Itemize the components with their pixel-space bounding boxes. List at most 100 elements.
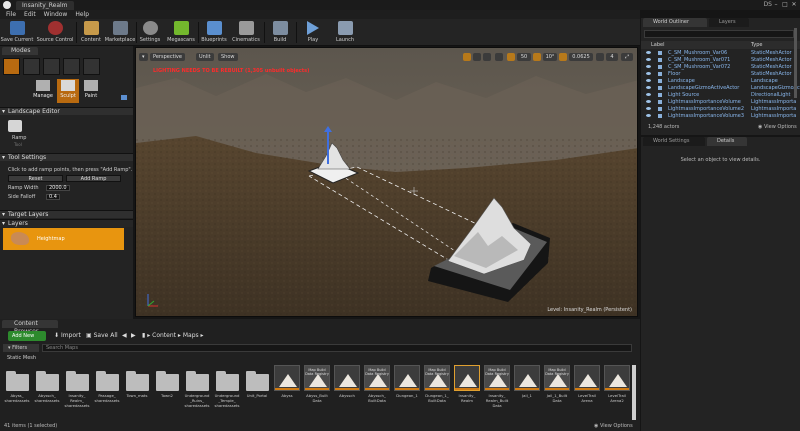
minimize-button[interactable]: –: [772, 1, 780, 9]
asset-item[interactable]: Town_mats: [123, 365, 151, 420]
target-layers-header[interactable]: Target Layers: [0, 210, 133, 219]
blueprints-button[interactable]: Blueprints: [200, 20, 228, 45]
world-settings-tab[interactable]: World Settings: [643, 137, 705, 146]
asset-item[interactable]: Map Build Data Registry Abyssch_ BuiltDat…: [363, 365, 391, 420]
asset-item[interactable]: Jail_1: [513, 365, 541, 420]
outliner-view-options-button[interactable]: ◉ View Options: [758, 124, 797, 130]
save-current-button[interactable]: Save Current: [1, 20, 33, 45]
asset-item[interactable]: Dungeon_1: [393, 365, 421, 420]
asset-item[interactable]: Map Build Data Registry Dungeon_1_ BuiltD…: [423, 365, 451, 420]
scale-snap-value[interactable]: 0.0625: [569, 53, 593, 61]
perspective-button[interactable]: Perspective: [150, 53, 185, 61]
crumb-maps[interactable]: Maps: [183, 332, 199, 339]
asset-item-selected[interactable]: Insanity_ Realm: [453, 365, 481, 420]
asset-item[interactable]: Map Build Data Registry Jail_1_Built Data: [543, 365, 571, 420]
menu-help[interactable]: Help: [75, 10, 89, 19]
outliner-scrollbar[interactable]: [794, 28, 797, 98]
asset-item[interactable]: Map Build Data Registry Insanity_ Realm_B…: [483, 365, 511, 420]
reset-button[interactable]: Reset: [8, 175, 63, 182]
asset-grid-scrollbar[interactable]: [632, 365, 636, 420]
maximize-viewport-icon[interactable]: ⤢: [621, 53, 633, 61]
info-icon[interactable]: [121, 95, 127, 100]
asset-item[interactable]: Underground _Temple_ sharedassets: [213, 365, 241, 420]
close-button[interactable]: ✕: [790, 1, 798, 9]
asset-item[interactable]: Abyssch_ sharedassets: [33, 365, 61, 420]
asset-item[interactable]: Town2: [153, 365, 181, 420]
rotation-snap-value[interactable]: 10°: [543, 53, 557, 61]
camera-speed-icon[interactable]: [596, 53, 604, 61]
filters-button[interactable]: ▾ Filters: [3, 344, 39, 352]
add-ramp-button[interactable]: Add Ramp: [66, 175, 121, 182]
camera-speed-value[interactable]: 4: [606, 53, 618, 61]
viewport-options-button[interactable]: ▾: [139, 53, 148, 61]
history-back-icon[interactable]: ◀: [122, 331, 127, 341]
view-mode-button[interactable]: Unlit: [196, 53, 214, 61]
history-forward-icon[interactable]: ▶: [131, 331, 136, 341]
show-button[interactable]: Show: [218, 53, 238, 61]
cinematics-button[interactable]: Cinematics: [232, 20, 260, 45]
play-button[interactable]: Play: [300, 20, 326, 45]
grid-snap-value[interactable]: 50: [517, 53, 531, 61]
type-column-header[interactable]: Type: [751, 41, 762, 49]
asset-item[interactable]: LevelTrail Arena2: [603, 365, 631, 420]
paint-mode-button[interactable]: [23, 58, 40, 75]
world-outliner-tab[interactable]: World Outliner: [643, 18, 707, 27]
asset-item[interactable]: Map Build Data Registry Abyss_Built Data: [303, 365, 331, 420]
landscape-mode-button[interactable]: [3, 58, 20, 75]
asset-item[interactable]: Abyssch: [333, 365, 361, 420]
layers-header[interactable]: Layers: [0, 219, 133, 228]
source-control-button[interactable]: Source Control: [37, 20, 73, 45]
world-local-icon[interactable]: [495, 53, 503, 61]
unreal-logo-icon[interactable]: [3, 1, 11, 9]
landscape-editor-header[interactable]: Landscape Editor: [0, 107, 133, 116]
asset-item[interactable]: Underground _Ruins_ sharedassets: [183, 365, 211, 420]
menu-file[interactable]: File: [6, 10, 16, 19]
scale-tool-icon[interactable]: [483, 53, 491, 61]
marketplace-button[interactable]: Marketplace: [105, 20, 135, 45]
foliage-mode-button[interactable]: [63, 58, 80, 75]
grid-snap-icon[interactable]: [507, 53, 515, 61]
ramp-tool-icon[interactable]: [8, 120, 22, 132]
ramp-width-input[interactable]: 2000.0: [46, 185, 70, 191]
rotate-tool-icon[interactable]: [473, 53, 481, 61]
asset-search-input[interactable]: Search Maps: [42, 344, 632, 352]
menu-window[interactable]: Window: [44, 10, 68, 19]
asset-item[interactable]: Abyss: [273, 365, 301, 420]
sculpt-tab[interactable]: Sculpt: [57, 79, 79, 103]
placement-mode-button[interactable]: [43, 58, 60, 75]
build-button[interactable]: Build: [268, 20, 292, 45]
asset-item[interactable]: Unit_Portal: [243, 365, 271, 420]
details-tab[interactable]: Details: [707, 137, 747, 146]
menu-edit[interactable]: Edit: [24, 10, 36, 19]
paint-tab[interactable]: Paint: [80, 79, 102, 103]
save-all-button[interactable]: ▣ Save All: [86, 331, 118, 341]
maximize-button[interactable]: □: [781, 1, 789, 9]
asset-item[interactable]: Insanity_ Realm_ sharedassets: [63, 365, 91, 420]
modes-tab[interactable]: Modes: [2, 47, 38, 55]
manage-tab[interactable]: Manage: [32, 79, 54, 103]
heightmap-layer-item[interactable]: Heightmap: [3, 228, 124, 250]
asset-item[interactable]: LevelTrail Arena: [573, 365, 601, 420]
level-tab[interactable]: Insanity_Realm: [16, 1, 74, 10]
outliner-row[interactable]: LightmassImportanceVolume3 LightmassImpor…: [641, 112, 800, 120]
content-button[interactable]: Content: [80, 20, 102, 45]
crumb-content[interactable]: Content: [152, 332, 176, 339]
rotation-snap-icon[interactable]: [533, 53, 541, 61]
settings-button[interactable]: Settings: [138, 20, 162, 45]
outliner-search-input[interactable]: [644, 30, 794, 38]
asset-item[interactable]: Abyss_ sharedassets: [3, 365, 31, 420]
translate-tool-icon[interactable]: [463, 53, 471, 61]
scale-snap-icon[interactable]: [559, 53, 567, 61]
launch-button[interactable]: Launch: [332, 20, 358, 45]
label-column-header[interactable]: Label: [651, 41, 665, 49]
side-falloff-input[interactable]: 0.4: [46, 194, 60, 200]
asset-item[interactable]: Passage_ sharedassets: [93, 365, 121, 420]
geometry-mode-button[interactable]: [83, 58, 100, 75]
content-view-options-button[interactable]: ◉ View Options: [594, 423, 633, 429]
layers-tab[interactable]: Layers: [709, 18, 749, 27]
add-new-button[interactable]: Add New: [8, 331, 46, 341]
level-viewport[interactable]: ▾ Perspective Unlit Show 50 10° 0.0625 4…: [135, 47, 638, 317]
megascans-button[interactable]: Megascans: [166, 20, 196, 45]
import-button[interactable]: ⬇ Import: [54, 331, 81, 341]
static-mesh-filter[interactable]: Static Mesh: [7, 355, 36, 361]
